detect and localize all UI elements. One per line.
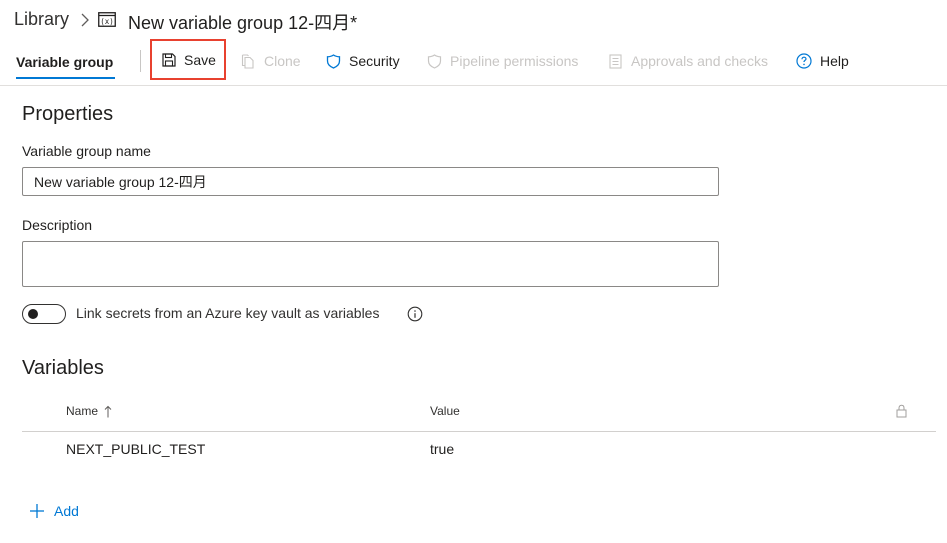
pipeline-permissions-button[interactable]: Pipeline permissions — [427, 42, 578, 80]
plus-icon — [30, 504, 44, 518]
group-name-input[interactable] — [22, 167, 719, 196]
help-icon — [796, 53, 812, 69]
page-header: Library (x) New variable group 12-四月* — [0, 0, 947, 42]
help-button[interactable]: Help — [796, 42, 849, 80]
add-label: Add — [54, 503, 79, 519]
shield-icon — [326, 53, 341, 69]
properties-heading: Properties — [22, 103, 114, 125]
add-variable-button[interactable]: Add — [29, 501, 79, 521]
save-icon — [162, 52, 176, 67]
active-tab-indicator — [16, 77, 115, 79]
chevron-right-icon — [81, 13, 89, 27]
sort-ascending-icon — [104, 405, 112, 418]
table-header-divider — [22, 431, 936, 432]
description-input[interactable] — [22, 241, 719, 287]
page-title: New variable group 12-四月* — [128, 13, 358, 33]
description-label: Description — [22, 217, 93, 233]
toggle-knob — [28, 309, 38, 319]
clone-label: Clone — [264, 53, 301, 69]
toolbar: Variable group Save Clone Security Pipel… — [0, 39, 947, 86]
approvals-and-checks-button[interactable]: Approvals and checks — [608, 42, 768, 80]
variable-value-cell[interactable]: true — [430, 441, 454, 457]
link-secrets-toggle[interactable] — [22, 304, 66, 324]
toolbar-divider — [140, 50, 141, 72]
help-label: Help — [820, 53, 849, 69]
group-name-label: Variable group name — [22, 143, 151, 159]
variable-name-cell[interactable]: NEXT_PUBLIC_TEST — [66, 441, 205, 457]
checklist-icon — [609, 53, 622, 69]
info-icon[interactable] — [407, 306, 423, 322]
security-button[interactable]: Security — [326, 42, 400, 80]
approvals-label: Approvals and checks — [631, 53, 768, 69]
breadcrumb-library[interactable]: Library — [14, 9, 69, 30]
shield-icon — [427, 53, 442, 69]
lock-icon — [896, 404, 907, 418]
clone-icon — [241, 53, 254, 69]
pipeline-permissions-label: Pipeline permissions — [450, 53, 579, 69]
column-header-name[interactable]: Name — [66, 404, 98, 418]
save-label: Save — [184, 51, 216, 68]
variables-heading: Variables — [22, 357, 104, 379]
security-label: Security — [349, 53, 400, 69]
tab-variable-group[interactable]: Variable group — [16, 54, 113, 70]
link-secrets-label: Link secrets from an Azure key vault as … — [76, 305, 380, 321]
svg-text:(x): (x) — [100, 17, 114, 26]
clone-button[interactable]: Clone — [241, 42, 301, 80]
save-button[interactable]: Save — [150, 39, 226, 80]
variable-group-icon: (x) — [98, 12, 116, 27]
column-header-value[interactable]: Value — [430, 404, 460, 418]
